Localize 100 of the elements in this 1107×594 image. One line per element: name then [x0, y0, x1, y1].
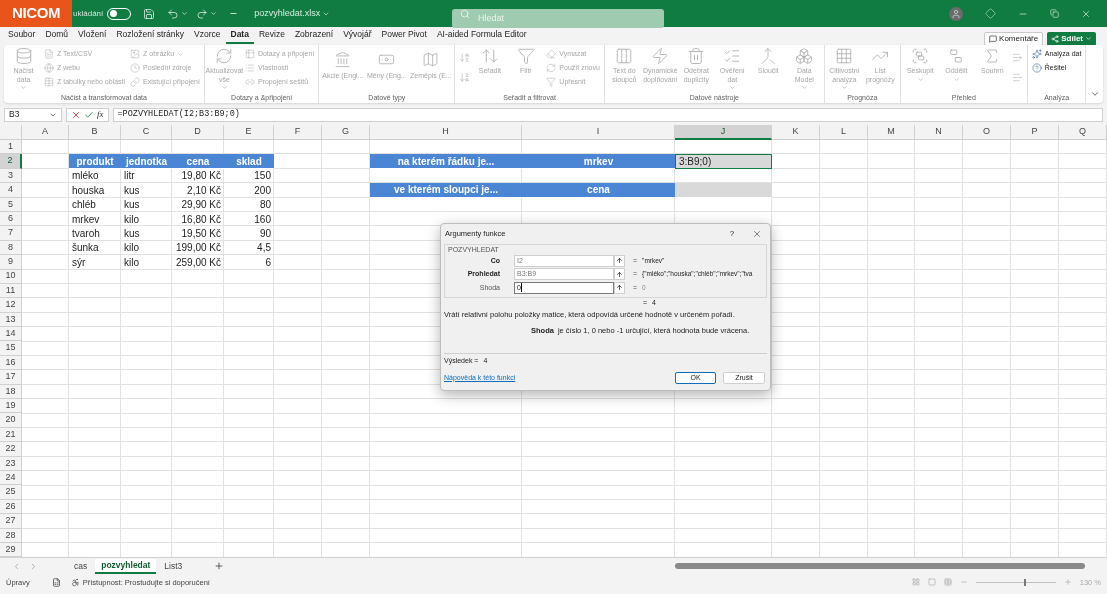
link-icon — [244, 77, 255, 87]
row-header[interactable]: 15 — [0, 341, 22, 356]
filename-button[interactable]: pozvyhledat.xlsx — [254, 6, 331, 21]
row-header[interactable]: 20 — [0, 413, 22, 428]
row-header[interactable]: 9 — [0, 255, 22, 270]
caret-icon[interactable] — [210, 10, 218, 17]
menu-tab[interactable]: Data — [225, 27, 254, 44]
column-header[interactable]: O — [963, 125, 1011, 140]
row-header[interactable]: 22 — [0, 442, 22, 457]
sheet-tab[interactable]: pozvyhledat — [95, 558, 157, 574]
redo-icon[interactable] — [196, 7, 209, 20]
column-header[interactable]: G — [322, 125, 370, 140]
collapse-icon[interactable] — [1090, 89, 1101, 99]
menu-tab[interactable]: Soubor — [3, 27, 41, 44]
cancel-icon[interactable] — [71, 109, 81, 120]
menu-tab[interactable]: Power Pivot — [376, 27, 432, 44]
table-cell-text: kus — [123, 227, 141, 241]
sheet-icon[interactable] — [51, 577, 61, 587]
help-button[interactable]: ? — [724, 228, 740, 240]
zoom-slider-thumb[interactable] — [1023, 578, 1026, 586]
column-header[interactable]: H — [370, 125, 522, 140]
comments-button[interactable]: Komentáře — [984, 31, 1044, 46]
caret-icon — [800, 84, 808, 91]
cell-editor[interactable]: 3:B9;0) — [675, 154, 772, 169]
horizontal-scrollbar[interactable] — [675, 563, 1085, 570]
row-header[interactable]: 19 — [0, 399, 22, 414]
collapse-button[interactable] — [614, 281, 625, 294]
column-header[interactable]: C — [121, 125, 172, 140]
column-header[interactable]: I — [522, 125, 675, 140]
list-plus-icon — [1012, 51, 1024, 63]
column-header[interactable]: B — [69, 125, 121, 140]
add-sheet-icon[interactable] — [214, 561, 225, 572]
row-header[interactable]: 12 — [0, 298, 22, 313]
table-icon — [244, 49, 255, 59]
arrow-up-icon — [616, 257, 623, 265]
column-header[interactable]: Q — [1059, 125, 1107, 140]
table-cell-text: kus — [123, 183, 141, 198]
menu-tab[interactable]: Rozložení stránky — [111, 27, 190, 44]
formula-field[interactable]: =POZVYHLEDAT(I2;B3:B9;0) — [112, 107, 1103, 122]
column-header[interactable]: K — [772, 125, 820, 140]
comment-icon — [989, 34, 998, 43]
table-cell-text: 29,90 Kč — [180, 198, 222, 212]
menu-tab[interactable]: Zobrazení — [289, 27, 339, 44]
collapse-button[interactable] — [614, 254, 625, 267]
menu-tab[interactable]: Revize — [253, 27, 290, 44]
sheet-tab[interactable]: List3 — [158, 558, 189, 574]
menu-tab[interactable]: Vzorce — [189, 27, 226, 44]
menu-tab[interactable]: Vývojář — [338, 27, 377, 44]
column-header[interactable]: F — [274, 125, 322, 140]
group-icon — [911, 47, 930, 65]
column-header[interactable]: P — [1011, 125, 1059, 140]
column-header[interactable]: E — [224, 125, 274, 140]
avatar[interactable] — [949, 6, 963, 21]
insert-function-button[interactable]: fx — [97, 107, 104, 122]
row-header[interactable]: 4 — [0, 183, 22, 198]
table-icon — [44, 77, 54, 87]
sheet-tab[interactable]: cas — [68, 558, 94, 574]
table-cell-text: šunka — [71, 241, 100, 256]
page-break-icon[interactable] — [943, 578, 952, 587]
column-header[interactable]: J — [675, 125, 772, 140]
row-header[interactable]: 25 — [0, 485, 22, 500]
check-icon[interactable] — [84, 109, 94, 120]
undo-icon[interactable] — [167, 7, 180, 20]
person-icon — [951, 8, 961, 19]
document-icon — [44, 49, 54, 59]
normal-view-icon[interactable] — [911, 578, 920, 587]
save-icon[interactable] — [143, 7, 156, 20]
share-button[interactable]: Sdílet — [1047, 31, 1096, 46]
table-cell: produkt — [69, 154, 121, 169]
menu-tab[interactable]: Vložení — [73, 27, 112, 44]
column-header[interactable]: N — [915, 125, 963, 140]
column-header[interactable]: D — [172, 125, 224, 140]
refresh-icon — [215, 47, 234, 65]
restore-icon[interactable] — [1050, 9, 1059, 18]
collapse-button[interactable] — [614, 268, 625, 281]
zoom-in-icon[interactable] — [1063, 578, 1072, 587]
column-header[interactable]: M — [868, 125, 915, 140]
menu-tab[interactable]: Domů — [40, 27, 74, 44]
row-header[interactable]: 14 — [0, 327, 22, 342]
merge-icon — [759, 47, 778, 65]
table-cell-text: kilo — [123, 241, 140, 256]
caret-icon[interactable] — [181, 10, 189, 17]
menu-tab[interactable]: AI-aided Formula Editor — [431, 27, 532, 44]
caret-icon — [220, 84, 228, 91]
close-icon[interactable] — [1081, 8, 1091, 19]
previous-icon[interactable] — [12, 561, 21, 571]
row-header[interactable]: 27 — [0, 514, 22, 529]
search-field[interactable]: Hledat — [452, 8, 664, 28]
column-header[interactable]: L — [820, 125, 868, 140]
caret-icon — [728, 84, 736, 91]
row-header[interactable]: 1 — [0, 140, 22, 155]
column-header[interactable]: A — [22, 125, 69, 140]
next-icon[interactable] — [29, 561, 38, 571]
row-header[interactable]: 17 — [0, 370, 22, 385]
name-box[interactable]: B3 — [4, 107, 62, 122]
diamond-icon[interactable] — [985, 8, 996, 19]
row-header[interactable]: 7 — [0, 226, 22, 241]
close-icon[interactable] — [752, 229, 762, 239]
caret-icon — [20, 84, 27, 91]
row-header[interactable]: 2 — [0, 154, 22, 169]
